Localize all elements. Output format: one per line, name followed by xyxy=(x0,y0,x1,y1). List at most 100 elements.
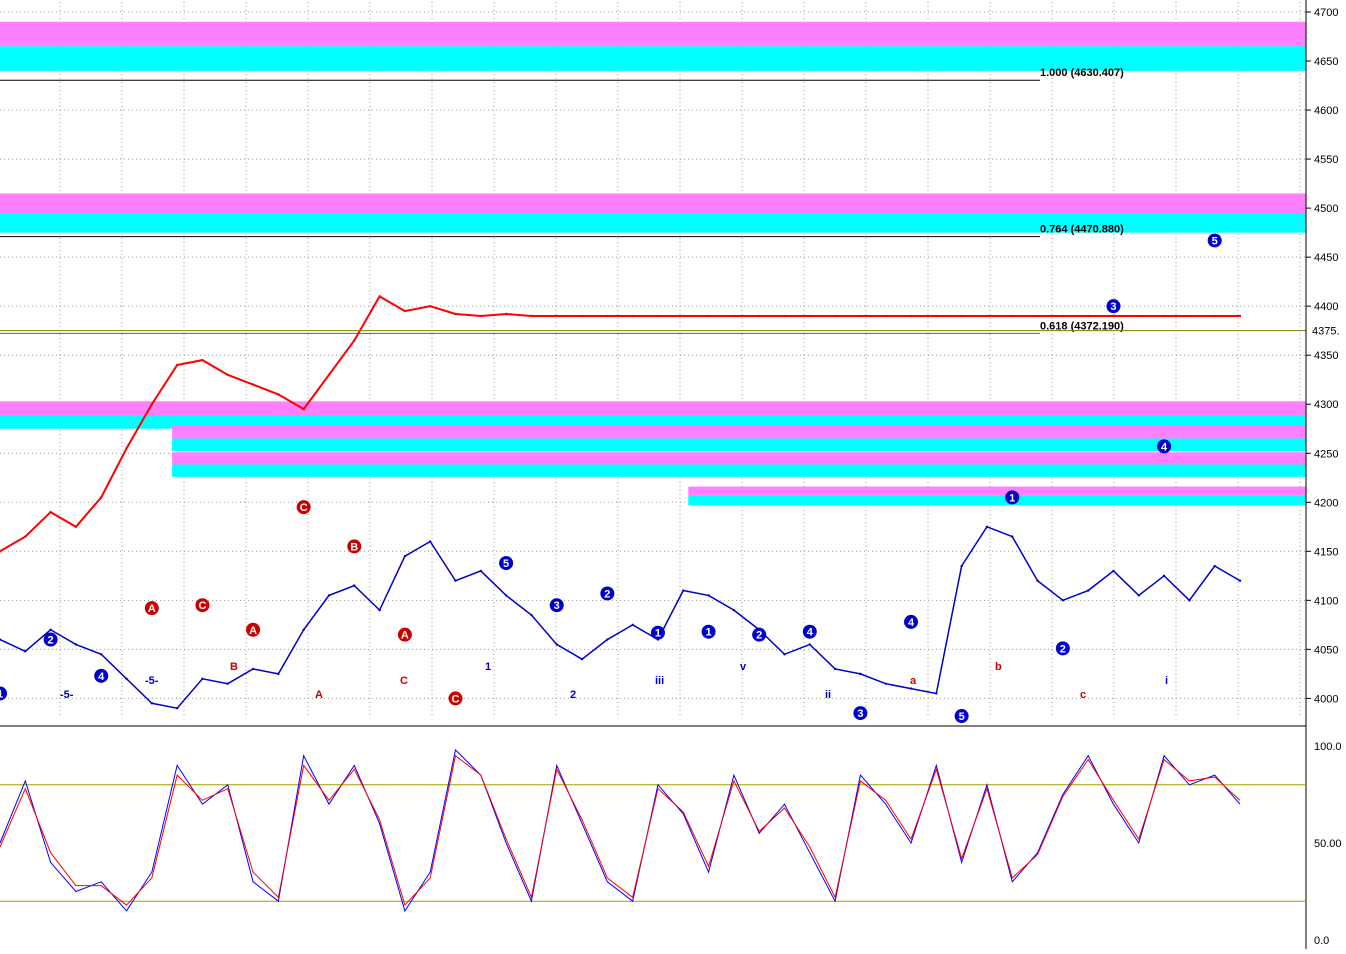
wave-label: 5 xyxy=(959,711,965,723)
tick-label: 4700 xyxy=(1314,7,1338,19)
series-point xyxy=(757,314,761,318)
series-point xyxy=(277,393,280,396)
zone-band-top xyxy=(0,401,1306,416)
osc-tick-label: 100.0 xyxy=(1314,741,1342,753)
series-point xyxy=(353,584,356,587)
series-point xyxy=(1188,599,1191,602)
series-point xyxy=(783,314,786,318)
wave-label: 1 xyxy=(0,688,3,700)
tick-label: 4050 xyxy=(1314,644,1338,656)
series-point xyxy=(327,594,331,597)
series-point xyxy=(682,589,685,592)
series-point xyxy=(1162,574,1166,578)
wave-text-label: -5- xyxy=(60,689,74,701)
series-point xyxy=(1112,569,1115,573)
series-point xyxy=(125,447,128,450)
series-point xyxy=(555,643,558,646)
wave-label: 2 xyxy=(604,588,610,600)
series-point xyxy=(403,309,407,313)
wave-text-label: a xyxy=(910,675,917,687)
wave-text-label: 2 xyxy=(570,689,576,701)
wave-text-label: b xyxy=(995,661,1002,673)
wave-text-label: iii xyxy=(655,675,664,687)
wave-text-label: C xyxy=(400,675,408,687)
series-point xyxy=(504,594,508,597)
series-point xyxy=(226,373,229,377)
series-point xyxy=(808,643,811,646)
wave-label: 1 xyxy=(706,627,712,639)
zone-band-bottom xyxy=(688,495,1306,506)
series-point xyxy=(1036,579,1039,582)
series-point xyxy=(555,314,558,318)
wave-label: 3 xyxy=(1110,301,1116,313)
tick-label: 4550 xyxy=(1314,154,1338,166)
series-point xyxy=(884,682,887,685)
series-point xyxy=(74,643,78,646)
series-point xyxy=(201,677,204,680)
wave-label: 2 xyxy=(1060,643,1066,655)
wave-label: 5 xyxy=(503,558,509,570)
wave-label: 2 xyxy=(48,635,54,647)
tick-label: 4500 xyxy=(1314,203,1338,215)
series-point xyxy=(1213,564,1216,568)
series-point xyxy=(277,672,280,676)
series-point xyxy=(1238,579,1242,582)
series-point xyxy=(1213,314,1216,318)
series-point xyxy=(884,314,887,318)
last-price-label: 4375. xyxy=(1312,326,1340,338)
series-point xyxy=(783,653,786,656)
series-point xyxy=(302,407,305,411)
series-point xyxy=(1137,594,1140,597)
series-point xyxy=(1238,314,1242,318)
series-point xyxy=(100,653,103,656)
series-point xyxy=(606,638,609,641)
tick-label: 4600 xyxy=(1314,105,1338,117)
zone-band-bottom xyxy=(172,464,1306,477)
wave-label: 4 xyxy=(908,617,915,629)
zone-band-bottom xyxy=(172,438,1306,452)
series-point xyxy=(24,650,27,653)
series-point xyxy=(580,314,584,318)
series-point xyxy=(429,304,432,308)
series-point xyxy=(631,623,634,627)
series-point xyxy=(175,706,179,710)
series-point xyxy=(707,594,710,597)
tick-label: 4400 xyxy=(1314,301,1338,313)
series-point xyxy=(935,314,938,318)
tick-label: 4150 xyxy=(1314,546,1338,558)
series-point xyxy=(960,564,963,568)
series-point xyxy=(1061,599,1065,602)
osc-tick-label: 50.00 xyxy=(1314,838,1342,850)
series-point xyxy=(49,628,52,631)
series-point xyxy=(909,314,913,318)
series-point xyxy=(353,339,356,342)
wave-label: B xyxy=(350,541,358,553)
wave-label: 4 xyxy=(98,671,105,683)
wave-text-label: 1 xyxy=(485,661,491,673)
series-point xyxy=(125,677,128,680)
tick-label: 4300 xyxy=(1314,399,1338,411)
series-point xyxy=(1112,314,1115,318)
wave-label: 4 xyxy=(807,627,814,639)
wave-label: C xyxy=(452,693,460,705)
series-point xyxy=(175,363,179,367)
series-point xyxy=(454,312,457,316)
wave-text-label: c xyxy=(1080,689,1086,701)
series-point xyxy=(833,314,837,318)
chart-root: 1.000 (4630.407) 0.764 (4470.880) 0.618 (4… xyxy=(0,0,1346,949)
series-point xyxy=(859,314,862,318)
series-point xyxy=(49,510,52,514)
series-point xyxy=(24,535,27,538)
series-point xyxy=(251,667,255,671)
series-point xyxy=(504,312,508,316)
wave-label: A xyxy=(249,625,257,637)
tick-label: 4000 xyxy=(1314,693,1338,705)
series-point xyxy=(1137,314,1140,318)
series-point xyxy=(707,314,710,318)
zone-band-top xyxy=(0,193,1306,214)
wave-text-label: ii xyxy=(825,689,831,701)
series-point xyxy=(251,383,255,386)
series-point xyxy=(530,613,533,617)
fib-label: 0.764 (4470.880) xyxy=(1040,224,1124,236)
series-point xyxy=(454,579,457,582)
